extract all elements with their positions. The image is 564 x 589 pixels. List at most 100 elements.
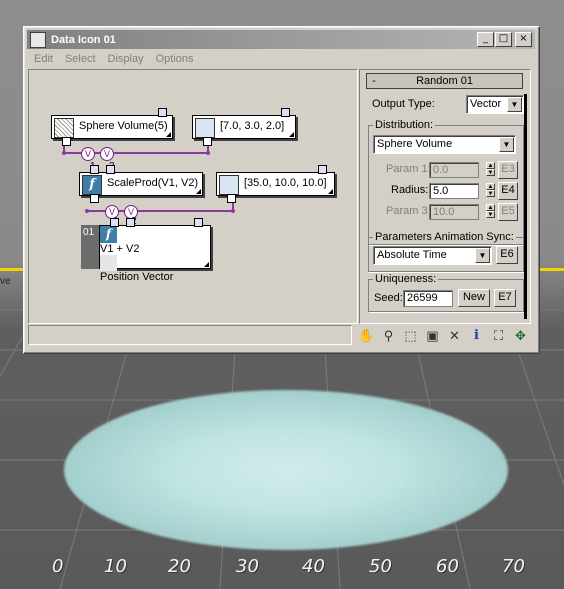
output-pin[interactable] (194, 218, 203, 227)
param1-field[interactable]: 0.0 (429, 162, 479, 178)
radius-label: Radius: (391, 184, 429, 196)
rollout-title: Random 01 (416, 75, 473, 87)
node-label: Sphere Volume(5) (79, 120, 168, 132)
node-label: [7.0, 3.0, 2.0] (220, 120, 285, 132)
v-connector[interactable]: V (100, 147, 114, 161)
group-title: Distribution: (373, 119, 436, 131)
dropdown-value: Vector (470, 98, 502, 110)
axis-label-0: 0 (52, 556, 64, 577)
seed-button[interactable]: E7 (494, 289, 516, 307)
maximize-button[interactable]: □ (495, 32, 512, 47)
group-title: Parameters Animation Sync: (373, 231, 516, 243)
input-pin[interactable] (62, 137, 71, 146)
node-label: V1 + V2 (100, 243, 140, 255)
app-icon (30, 31, 46, 48)
output-pin[interactable] (110, 218, 119, 227)
rollout-header[interactable]: - Random 01 (366, 73, 523, 89)
node-label: ScaleProd(V1, V2) (107, 177, 199, 189)
chevron-down-icon[interactable]: ▼ (475, 248, 490, 263)
sync-button[interactable]: E6 (496, 246, 518, 264)
zoom-icon[interactable]: ⚲ (380, 327, 397, 344)
chevron-down-icon[interactable]: ▼ (507, 97, 522, 112)
param3-button[interactable]: E5 (498, 203, 518, 221)
status-bar (28, 325, 352, 345)
axis-label-40: 40 (302, 556, 325, 577)
pan-icon[interactable]: ✋ (358, 327, 375, 344)
menu-display[interactable]: Display (102, 50, 150, 68)
panel-scrollbar[interactable] (524, 94, 527, 319)
vector-icon (195, 118, 215, 138)
output-type-dropdown[interactable]: Vector ▼ (466, 95, 524, 114)
axis-label-60: 60 (436, 556, 459, 577)
menu-bar: Edit Select Display Options (28, 50, 200, 68)
wire-dot (206, 151, 210, 155)
axis-label-50: 50 (369, 556, 392, 577)
function-icon: f (82, 175, 102, 195)
node-scaleprod[interactable]: f ScaleProd(V1, V2) (79, 165, 203, 203)
node-sphere-volume[interactable]: Sphere Volume(5) (51, 108, 173, 146)
input-pin[interactable] (90, 194, 99, 203)
seed-field[interactable]: 26599 (403, 290, 453, 307)
random-icon (54, 118, 74, 138)
close-button[interactable]: × (515, 32, 532, 47)
v-connector[interactable]: V (81, 147, 95, 161)
schematic-view[interactable]: Sphere Volume(5) [7.0, 3.0, 2.0] V V 1 2… (28, 69, 358, 324)
node-output[interactable]: f V1 + V2 Position Vector (99, 218, 211, 283)
node-label: [35.0, 10.0, 10.0] (244, 177, 327, 189)
node-vector-2[interactable]: [35.0, 10.0, 10.0] (216, 165, 335, 203)
node-vector-1[interactable]: [7.0, 3.0, 2.0] (192, 108, 296, 146)
axis-label-30: 30 (236, 556, 259, 577)
output-pin[interactable] (158, 108, 167, 117)
sync-dropdown[interactable]: Absolute Time ▼ (373, 246, 492, 265)
spinner-arrows[interactable]: ▲ ▼ (486, 183, 495, 198)
node-label: Position Vector (100, 271, 174, 283)
output-pin[interactable] (106, 165, 115, 174)
spinner-arrows[interactable]: ▲ ▼ (486, 204, 495, 219)
radius-field[interactable]: 5.0 (429, 183, 479, 199)
group-title: Uniqueness: (373, 273, 439, 285)
axis-label-10: 10 (104, 556, 127, 577)
input-pin[interactable] (227, 194, 236, 203)
parameter-panel: - Random 01 Output Type: Vector ▼ Distri… (359, 69, 531, 324)
param1-button[interactable]: E3 (498, 161, 518, 179)
zoom-region-icon[interactable]: ⬚ (402, 327, 419, 344)
position-icon (100, 255, 117, 271)
menu-edit[interactable]: Edit (28, 50, 59, 68)
wire-dot (231, 209, 235, 213)
output-pin[interactable] (90, 165, 99, 174)
param3-label: Param 3: (386, 205, 431, 217)
node-corner (166, 132, 171, 137)
dropdown-value: Absolute Time (377, 249, 447, 261)
zoom-extents-icon[interactable]: ▣ (424, 327, 441, 344)
info-icon[interactable]: i (468, 327, 485, 344)
function-icon: f (100, 226, 117, 243)
spinner-value: 26599 (407, 292, 438, 304)
minimize-button[interactable]: _ (477, 32, 494, 47)
new-seed-button[interactable]: New (458, 289, 490, 307)
input-pin[interactable] (203, 137, 212, 146)
output-pin[interactable] (318, 165, 327, 174)
select-icon[interactable]: ⛶ (490, 327, 507, 344)
output-pin[interactable] (126, 218, 135, 227)
spinner-value: 0.0 (433, 164, 449, 176)
spinner-value: 5.0 (433, 185, 449, 197)
chevron-down-icon[interactable]: ▼ (499, 137, 514, 152)
spinner-arrows[interactable]: ▲ ▼ (486, 162, 495, 177)
schematic-toolbar: ✋ ⚲ ⬚ ▣ ✕ i ⛶ ✥ (358, 327, 529, 344)
radius-button[interactable]: E4 (498, 182, 518, 200)
node-corner (328, 189, 333, 194)
rollout-toggle[interactable]: - (367, 75, 381, 87)
menu-select[interactable]: Select (59, 50, 102, 68)
distribution-dropdown[interactable]: Sphere Volume ▼ (373, 135, 516, 154)
param3-field[interactable]: 10.0 (429, 204, 479, 220)
wire-dot (85, 209, 89, 213)
menu-options[interactable]: Options (150, 50, 200, 68)
delete-icon[interactable]: ✕ (446, 327, 463, 344)
axis-label-70: 70 (502, 556, 525, 577)
title-bar[interactable]: Data Icon 01 _ □ × (27, 30, 535, 49)
node-corner (204, 262, 209, 267)
output-node-id: 01 (83, 227, 95, 238)
param1-label: Param 1: (386, 163, 431, 175)
output-pin[interactable] (281, 108, 290, 117)
move-icon[interactable]: ✥ (512, 327, 529, 344)
